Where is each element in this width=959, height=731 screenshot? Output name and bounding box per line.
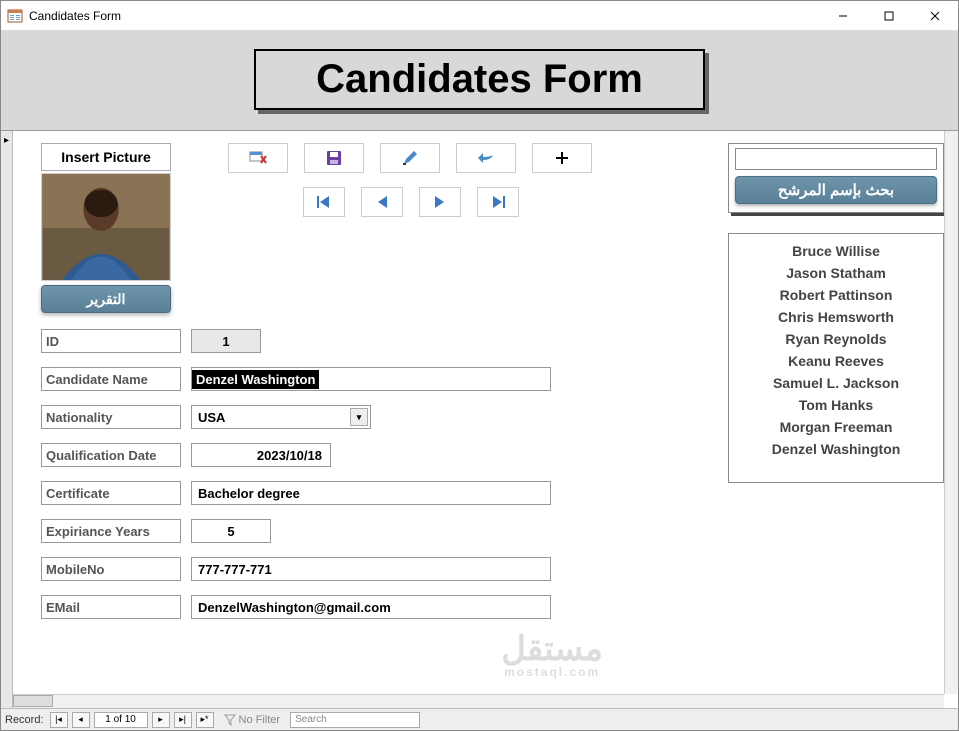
nationality-field[interactable]: USA ▾	[191, 405, 371, 429]
header-band: Candidates Form	[1, 31, 958, 131]
app-icon	[7, 8, 23, 24]
recordnav-new[interactable]: ▸*	[196, 712, 214, 728]
nav-last-button[interactable]	[477, 187, 519, 217]
list-item[interactable]: Bruce Willise	[729, 240, 943, 262]
candidate-photo[interactable]	[41, 173, 171, 281]
label-certificate: Certificate	[41, 481, 181, 505]
label-qualdate: Qualification Date	[41, 443, 181, 467]
record-nav-bar: Record: |◂ ◂ 1 of 10 ▸ ▸| ▸* No Filter S…	[1, 708, 958, 730]
close-button[interactable]	[912, 1, 958, 31]
label-email: EMail	[41, 595, 181, 619]
list-item[interactable]: Morgan Freeman	[729, 416, 943, 438]
list-item[interactable]: Chris Hemsworth	[729, 306, 943, 328]
app-window: Candidates Form Candidates Form ▸ Insert…	[0, 0, 959, 731]
nav-prev-button[interactable]	[361, 187, 403, 217]
add-button[interactable]	[532, 143, 592, 173]
watermark-sub: mostaql.com	[501, 666, 603, 678]
expyears-field[interactable]: 5	[191, 519, 271, 543]
recordnav-label: Record:	[5, 714, 46, 726]
recordnav-prev[interactable]: ◂	[72, 712, 90, 728]
watermark-main: مستقل	[501, 632, 603, 666]
watermark: مستقل mostaql.com	[501, 632, 603, 678]
recordnav-filter[interactable]: No Filter	[218, 714, 287, 726]
certificate-field[interactable]: Bachelor degree	[191, 481, 551, 505]
recordnav-first[interactable]: |◂	[50, 712, 68, 728]
list-item[interactable]: Denzel Washington	[729, 438, 943, 460]
search-box-wrap: بحث بإسم المرشح	[728, 143, 944, 213]
save-button[interactable]	[304, 143, 364, 173]
record-selector[interactable]: ▸	[1, 131, 13, 708]
window-controls	[820, 1, 958, 31]
recordnav-search[interactable]: Search	[290, 712, 420, 728]
filter-icon	[224, 714, 236, 726]
toggle-button[interactable]	[228, 143, 288, 173]
candidate-name-field[interactable]: Denzel Washington	[191, 367, 551, 391]
titlebar: Candidates Form	[1, 1, 958, 31]
recordnav-position: 1 of 10	[94, 712, 148, 728]
main-area: ▸ Insert Picture التقرير	[1, 131, 958, 708]
value-id: 1	[191, 329, 261, 353]
search-panel: بحث بإسم المرشح Bruce Willise Jason Stat…	[728, 143, 944, 483]
email-field[interactable]: DenzelWashington@gmail.com	[191, 595, 551, 619]
list-item[interactable]: Ryan Reynolds	[729, 328, 943, 350]
list-item[interactable]: Tom Hanks	[729, 394, 943, 416]
nav-next-button[interactable]	[419, 187, 461, 217]
record-nav-toolbar	[303, 187, 519, 217]
list-item[interactable]: Jason Statham	[729, 262, 943, 284]
recordnav-last[interactable]: ▸|	[174, 712, 192, 728]
undo-button[interactable]	[456, 143, 516, 173]
window-title: Candidates Form	[29, 9, 820, 23]
list-item[interactable]: Samuel L. Jackson	[729, 372, 943, 394]
value-name: Denzel Washington	[192, 370, 319, 389]
list-item[interactable]: Keanu Reeves	[729, 350, 943, 372]
value-nationality: USA	[198, 410, 225, 425]
nav-first-button[interactable]	[303, 187, 345, 217]
label-nationality: Nationality	[41, 405, 181, 429]
action-toolbar	[228, 143, 592, 173]
scrollbar-vertical[interactable]	[944, 131, 958, 694]
recordnav-next[interactable]: ▸	[152, 712, 170, 728]
page-title: Candidates Form	[316, 57, 643, 102]
maximize-button[interactable]	[866, 1, 912, 31]
chevron-down-icon[interactable]: ▾	[350, 408, 368, 426]
form-content: Insert Picture التقرير	[13, 131, 958, 708]
scrollbar-horizontal[interactable]	[13, 694, 944, 708]
minimize-button[interactable]	[820, 1, 866, 31]
list-item[interactable]: Robert Pattinson	[729, 284, 943, 306]
search-input[interactable]	[735, 148, 937, 170]
header-box: Candidates Form	[254, 49, 705, 110]
insert-picture-button[interactable]: Insert Picture	[41, 143, 171, 171]
candidates-list: Bruce Willise Jason Statham Robert Patti…	[728, 233, 944, 483]
search-by-name-button[interactable]: بحث بإسم المرشح	[735, 176, 937, 204]
label-id: ID	[41, 329, 181, 353]
label-name: Candidate Name	[41, 367, 181, 391]
report-button[interactable]: التقرير	[41, 285, 171, 313]
label-expyears: Expiriance Years	[41, 519, 181, 543]
label-mobile: MobileNo	[41, 557, 181, 581]
qualdate-field[interactable]: 2023/10/18	[191, 443, 331, 467]
mobile-field[interactable]: 777-777-771	[191, 557, 551, 581]
edit-button[interactable]	[380, 143, 440, 173]
